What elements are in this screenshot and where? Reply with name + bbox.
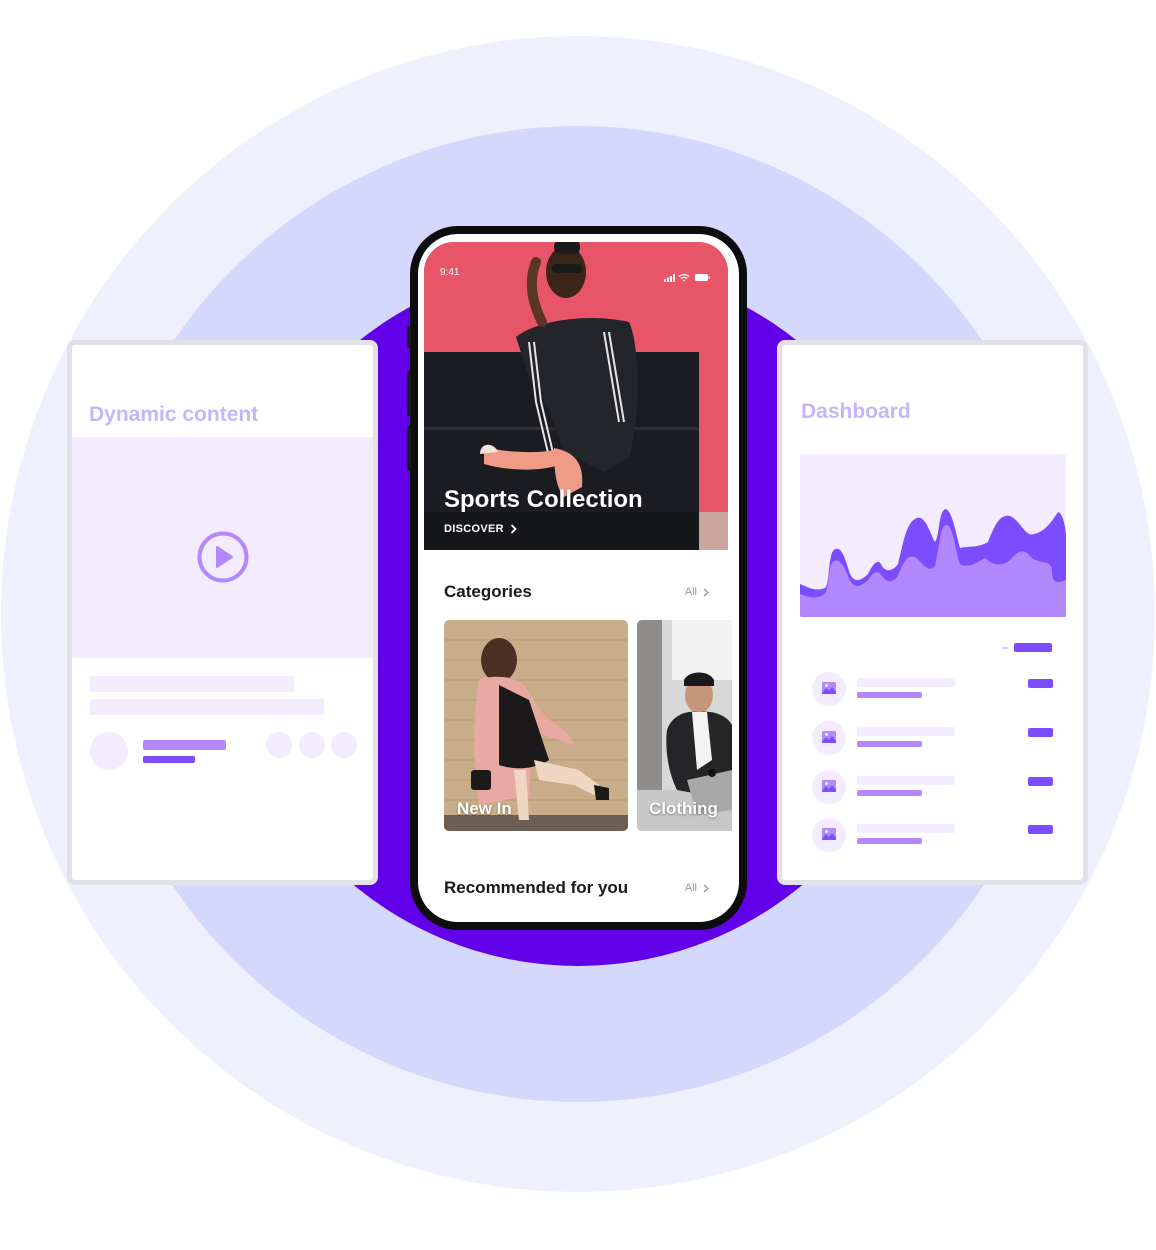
name-placeholder	[143, 740, 226, 750]
category-tile-clothing[interactable]: Clothing	[637, 620, 732, 831]
phone-side-button	[407, 326, 411, 348]
action-placeholder[interactable]	[299, 732, 325, 758]
categories-title: Categories	[444, 582, 532, 601]
area-chart	[800, 454, 1066, 617]
recommended-all-link[interactable]: All	[685, 882, 709, 894]
title-placeholder	[857, 727, 955, 736]
image-icon	[822, 682, 836, 694]
action-placeholder[interactable]	[331, 732, 357, 758]
battery-icon	[695, 274, 710, 281]
list-item[interactable]	[782, 721, 1083, 765]
image-icon-badge	[812, 770, 846, 804]
subtitle-placeholder	[143, 756, 195, 763]
action-placeholder[interactable]	[266, 732, 292, 758]
list-item[interactable]	[782, 770, 1083, 814]
title-placeholder	[857, 824, 955, 833]
category-label: Clothing	[649, 799, 718, 818]
phone-side-button	[407, 371, 411, 416]
category-tile-new-in[interactable]: New In	[444, 620, 628, 831]
all-label: All	[684, 586, 697, 598]
text-placeholder-line	[90, 676, 294, 692]
list-item[interactable]	[782, 672, 1083, 716]
dash-mark	[1002, 647, 1008, 649]
categories-all-link[interactable]: All	[685, 586, 709, 598]
dynamic-content-card: Dynamic content	[67, 340, 378, 885]
subtitle-placeholder	[857, 790, 922, 796]
phone-side-button	[407, 426, 411, 471]
discover-link[interactable]: DISCOVER	[444, 523, 517, 535]
wifi-icon	[678, 273, 690, 282]
status-icons	[664, 269, 710, 287]
value-bar	[1028, 728, 1053, 737]
play-circle-icon[interactable]	[197, 531, 249, 583]
all-label: All	[684, 882, 697, 894]
list-item[interactable]	[782, 818, 1083, 862]
image-icon-badge	[812, 672, 846, 706]
chevron-right-icon	[703, 883, 709, 893]
image-icon	[822, 780, 836, 792]
value-bar	[1014, 643, 1052, 652]
subtitle-placeholder	[857, 741, 922, 747]
card-title: Dynamic content	[89, 403, 259, 426]
value-bar	[1028, 777, 1053, 786]
text-placeholder-line	[90, 699, 324, 715]
image-icon	[822, 828, 836, 840]
status-time: 9:41	[440, 267, 460, 278]
card-title: Dashboard	[801, 400, 911, 423]
category-label: New In	[457, 799, 512, 818]
dashboard-card: Dashboard	[777, 340, 1088, 885]
subtitle-placeholder	[857, 838, 922, 844]
hero-banner[interactable]: 9:41 Sports Collection DISCOVER	[424, 242, 728, 550]
phone-mockup: 9:41 Sports Collection DISCOVER Categori…	[407, 226, 747, 930]
image-icon-badge	[812, 818, 846, 852]
video-placeholder[interactable]	[72, 437, 373, 658]
title-placeholder	[857, 776, 955, 785]
hero-title: Sports Collection	[444, 486, 643, 513]
avatar-placeholder	[90, 732, 128, 770]
image-icon	[822, 731, 836, 743]
chevron-right-icon	[703, 587, 709, 597]
discover-label: DISCOVER	[444, 523, 504, 535]
signal-icon	[664, 274, 675, 282]
chevron-right-icon	[510, 524, 517, 534]
value-bar	[1028, 679, 1053, 688]
recommended-title: Recommended for you	[444, 878, 629, 897]
image-icon-badge	[812, 721, 846, 755]
subtitle-placeholder	[857, 692, 922, 698]
value-bar	[1028, 825, 1053, 834]
title-placeholder	[857, 678, 955, 687]
phone-screen: 9:41 Sports Collection DISCOVER Categori…	[418, 234, 739, 922]
